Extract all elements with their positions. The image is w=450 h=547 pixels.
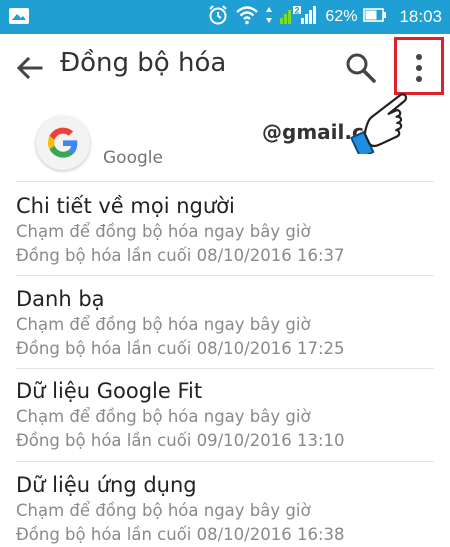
sync-item-people-details[interactable]: Chi tiết về mọi người Chạm để đồng bộ hó… (16, 192, 436, 268)
sync-item-last-sync: Đồng bộ hóa lần cuối 09/10/2016 13:10 (16, 431, 345, 450)
divider (16, 275, 434, 276)
pointing-hand-icon (338, 84, 422, 160)
sync-item-title: Danh bạ (16, 287, 105, 311)
divider (16, 368, 434, 369)
account-type: Google (103, 148, 163, 168)
divider (16, 181, 434, 182)
network-badge: 2 (295, 5, 300, 15)
clock: 18:03 (399, 7, 442, 26)
signal-icon: 2 (279, 4, 319, 31)
sync-item-action: Chạm để đồng bộ hóa ngay bây giờ (16, 222, 311, 241)
battery-percent: 62% (325, 8, 358, 25)
sync-item-google-fit[interactable]: Dữ liệu Google Fit Chạm để đồng bộ hóa n… (16, 377, 436, 453)
search-icon[interactable] (344, 51, 378, 85)
sync-item-action: Chạm để đồng bộ hóa ngay bây giờ (16, 501, 311, 520)
sync-item-title: Chi tiết về mọi người (16, 194, 235, 218)
google-logo (36, 116, 90, 170)
sync-item-last-sync: Đồng bộ hóa lần cuối 08/10/2016 16:37 (16, 246, 345, 265)
sync-item-contacts[interactable]: Danh bạ Chạm để đồng bộ hóa ngay bây giờ… (16, 285, 436, 361)
wifi-icon (235, 5, 259, 30)
sync-item-last-sync: Đồng bộ hóa lần cuối 08/10/2016 17:25 (16, 339, 345, 358)
sync-item-action: Chạm để đồng bộ hóa ngay bây giờ (16, 315, 311, 334)
back-arrow-icon[interactable] (14, 52, 46, 84)
page-title: Đồng bộ hóa (60, 48, 227, 78)
sync-item-last-sync: Đồng bộ hóa lần cuối 08/10/2016 16:38 (16, 525, 345, 544)
divider (16, 461, 434, 462)
alarm-icon (207, 4, 229, 31)
sync-item-title: Dữ liệu ứng dụng (16, 473, 197, 497)
more-vert-icon (416, 54, 422, 82)
sync-item-app-data[interactable]: Dữ liệu ứng dụng Chạm để đồng bộ hóa nga… (16, 471, 436, 547)
sync-item-title: Dữ liệu Google Fit (16, 379, 203, 403)
status-bar: 2 62% 18:03 (0, 0, 450, 34)
image-icon (8, 7, 30, 30)
sync-item-action: Chạm để đồng bộ hóa ngay bây giờ (16, 407, 311, 426)
battery-icon (363, 7, 387, 27)
data-arrows-icon (265, 5, 273, 30)
